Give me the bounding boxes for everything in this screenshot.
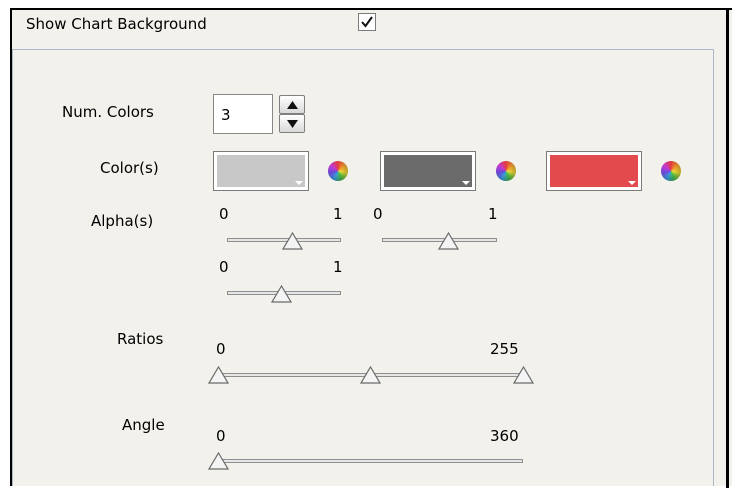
color-swatch-3[interactable] — [546, 151, 642, 191]
color-swatch-2[interactable] — [380, 151, 476, 191]
color-swatch-2-fill — [384, 155, 472, 187]
angle-label: Angle — [122, 416, 165, 434]
color-swatch-1[interactable] — [213, 151, 309, 191]
color-swatch-1-fill — [217, 155, 305, 187]
color-wheel-icon[interactable] — [328, 161, 348, 181]
alpha-3-max-label: 1 — [333, 258, 343, 276]
window-edge — [726, 10, 729, 488]
arrow-up-icon — [287, 101, 298, 109]
slider-thumb-icon — [437, 232, 459, 250]
num-colors-increment-button[interactable] — [279, 95, 305, 114]
alpha-3-min-label: 0 — [219, 258, 229, 276]
alpha-2-max-label: 1 — [488, 205, 498, 223]
ratios-max-label: 255 — [490, 340, 519, 358]
slider-thumb-icon — [513, 366, 534, 384]
angle-min-label: 0 — [216, 427, 226, 445]
slider-thumb-icon — [208, 366, 229, 384]
arrow-down-icon — [287, 120, 298, 128]
slider-thumb-icon — [270, 285, 292, 303]
num-colors-input[interactable]: 3 — [213, 94, 273, 134]
slider-thumb-icon — [208, 452, 229, 470]
num-colors-decrement-button[interactable] — [279, 114, 305, 133]
angle-max-label: 360 — [490, 427, 519, 445]
ratios-label: Ratios — [117, 330, 164, 348]
alpha-1-min-label: 0 — [219, 205, 229, 223]
colors-label: Color(s) — [100, 159, 159, 177]
alpha-1-max-label: 1 — [333, 205, 343, 223]
slider-thumb-icon — [281, 232, 303, 250]
show-chart-background-checkbox[interactable] — [358, 13, 376, 31]
angle-slider-track[interactable] — [218, 459, 523, 463]
checkmark-icon — [361, 16, 373, 28]
slider-thumb-icon — [359, 366, 381, 384]
alphas-label: Alpha(s) — [91, 212, 154, 230]
show-chart-background-label: Show Chart Background — [26, 15, 207, 33]
num-colors-label: Num. Colors — [62, 103, 154, 121]
color-swatch-3-fill — [550, 155, 638, 187]
alpha-2-min-label: 0 — [373, 205, 383, 223]
ratios-min-label: 0 — [216, 340, 226, 358]
color-wheel-icon[interactable] — [496, 161, 516, 181]
color-wheel-icon[interactable] — [661, 161, 681, 181]
